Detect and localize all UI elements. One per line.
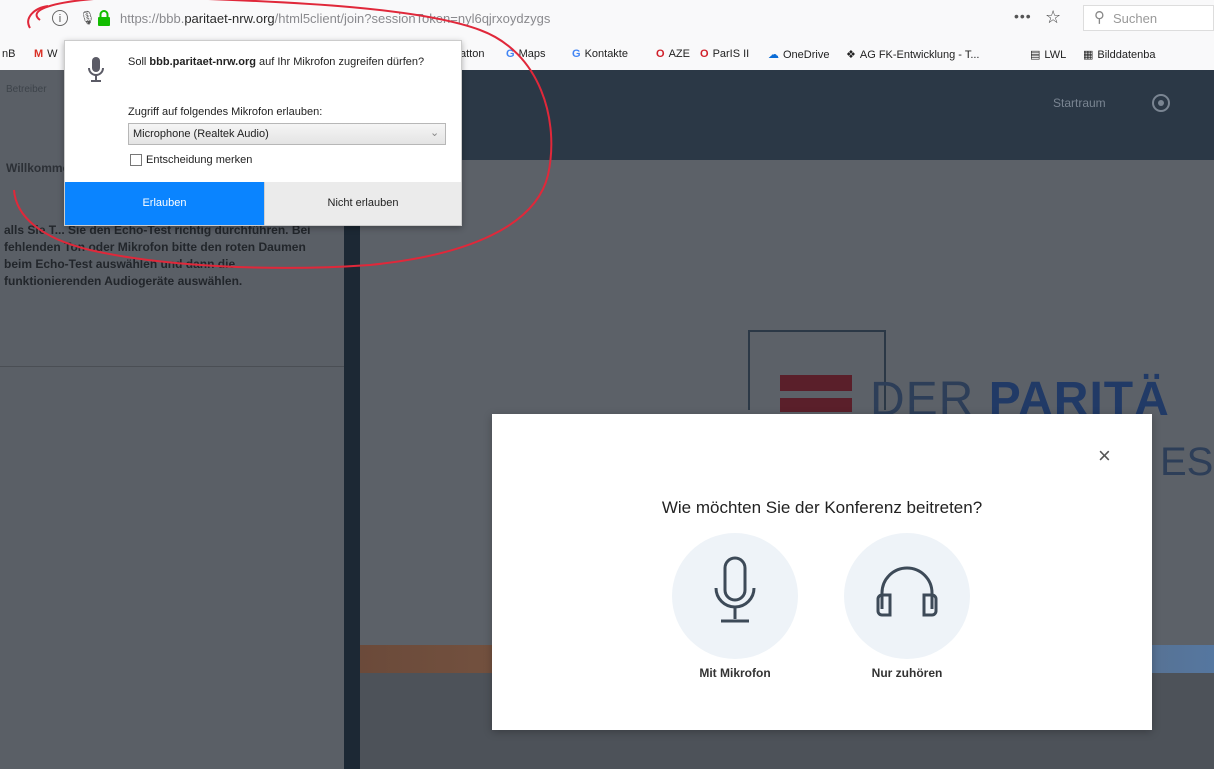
bookmark-label: atton: [460, 48, 485, 60]
close-icon[interactable]: ×: [1098, 443, 1111, 469]
bookmark-item[interactable]: O ParIS II: [700, 48, 749, 60]
remember-decision-label: Entscheidung merken: [146, 154, 253, 166]
deny-button[interactable]: Nicht erlauben: [264, 182, 461, 225]
logo-subtext: EST: [1160, 440, 1214, 484]
microphone-icon: [714, 556, 756, 623]
nur-zuhoeren-button[interactable]: [844, 533, 970, 659]
bookmark-icon: ▤: [1030, 49, 1041, 61]
logo-bar: [780, 375, 852, 391]
microphone-icon: [86, 56, 106, 89]
search-placeholder: Suchen: [1113, 11, 1158, 26]
bookmark-item[interactable]: atton: [460, 48, 484, 60]
remember-decision-checkbox[interactable]: [130, 154, 142, 166]
info-icon[interactable]: i: [52, 10, 68, 26]
device-label: Zugriff auf folgendes Mikrofon erlauben:: [128, 106, 323, 118]
bookmark-item[interactable]: ❖ AG FK-Entwicklung - T...: [846, 48, 979, 61]
bookmark-label: OneDrive: [783, 49, 830, 61]
bookmark-icon: M: [34, 48, 44, 60]
star-icon[interactable]: ☆: [1045, 7, 1061, 28]
modal-title: Wie möchten Sie der Konferenz beitreten?: [661, 498, 983, 517]
bookmark-icon: G: [506, 48, 515, 60]
bookmark-label: Kontakte: [584, 48, 628, 60]
headphones-icon: [876, 566, 938, 617]
mit-mikrofon-label: Mit Mikrofon: [699, 666, 771, 680]
bookmark-icon: O: [700, 48, 709, 60]
bookmark-icon: O: [656, 48, 665, 60]
bookmark-label: nB: [2, 48, 16, 60]
allow-button[interactable]: Erlauben: [65, 182, 264, 225]
microphone-permission-icon[interactable]: 🎙: [79, 10, 96, 26]
logo-bar: [780, 398, 852, 412]
welcome-title: Willkomme: [6, 161, 70, 175]
recording-label: Startraum: [1053, 96, 1106, 110]
bookmark-label: Bilddatenba: [1097, 49, 1156, 61]
bookmark-label: ParIS II: [712, 48, 750, 60]
app-topbar: [360, 70, 1214, 160]
url-field[interactable]: https://bbb.paritaet-nrw.org/html5client…: [120, 11, 550, 26]
bookmark-icon: ❖: [846, 49, 856, 61]
join-audio-modal: [492, 414, 1152, 730]
bookmark-label: LWL: [1044, 49, 1067, 61]
nur-zuhoeren-label: Nur zuhören: [871, 666, 943, 680]
bookmark-label: AZE: [668, 48, 690, 60]
microphone-select-value: Microphone (Realtek Audio): [133, 128, 269, 140]
bookmark-icon: ☁: [768, 49, 779, 61]
bookmark-label: AG FK-Entwicklung - T...: [859, 49, 980, 61]
bookmark-label: W: [47, 48, 58, 60]
more-actions-icon[interactable]: •••: [1014, 8, 1032, 24]
bookmark-item[interactable]: ☁ OneDrive: [768, 48, 829, 61]
bookmark-icon: G: [572, 48, 581, 60]
bookmark-item[interactable]: G Maps: [506, 48, 545, 60]
chevron-down-icon: ⌄: [430, 127, 440, 139]
bookmark-item[interactable]: ▦ Bilddatenba: [1083, 48, 1156, 61]
welcome-message: alls Sie T... Sie den Echo-Test richtig …: [4, 223, 311, 288]
bookmark-item[interactable]: G Kontakte: [572, 48, 628, 60]
mit-mikrofon-button[interactable]: [672, 533, 798, 659]
record-icon[interactable]: [1152, 94, 1170, 112]
bookmark-item[interactable]: nB: [2, 48, 15, 60]
url-host: paritaet-nrw.org: [184, 11, 275, 26]
sidebar-header: Betreiber: [6, 84, 47, 95]
permission-question: Soll bbb.paritaet-nrw.org auf Ihr Mikrof…: [128, 56, 425, 68]
bookmark-item[interactable]: O AZE: [656, 48, 690, 60]
bookmark-icon: ▦: [1083, 49, 1094, 61]
lock-icon: [97, 10, 111, 31]
bookmark-item[interactable]: ▤ LWL: [1030, 48, 1066, 61]
bookmark-label: Maps: [518, 48, 546, 60]
sidebar-divider: [0, 366, 344, 367]
bookmark-item[interactable]: MW: [34, 48, 58, 60]
search-icon: ⚲: [1094, 9, 1105, 26]
